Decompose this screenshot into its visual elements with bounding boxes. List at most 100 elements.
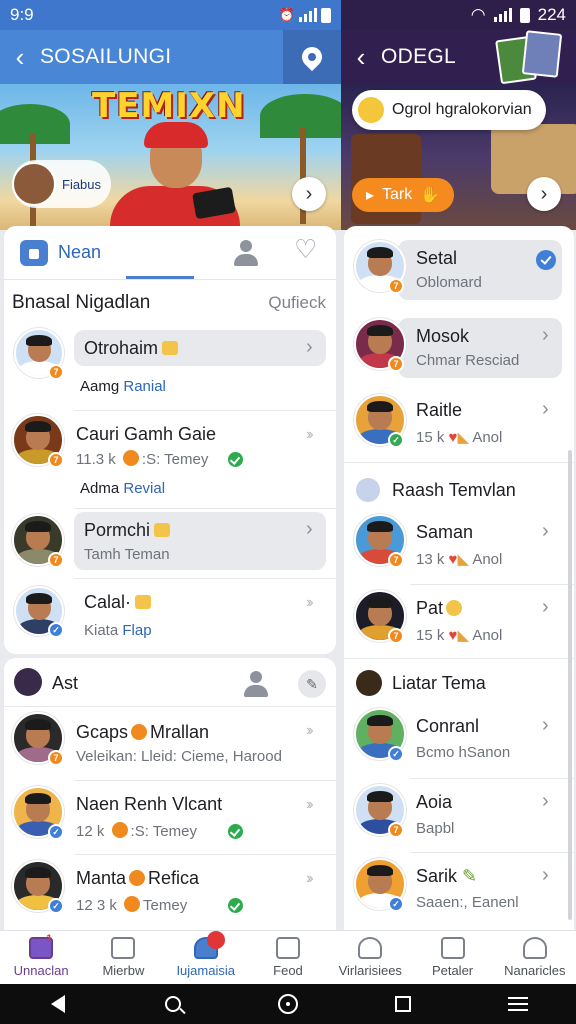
section-title: Bnasal Nigadlan — [12, 292, 151, 313]
list-item[interactable]: ✓ Calal· ›› Kiata Flap — [4, 582, 336, 652]
banner-next-button[interactable]: › — [292, 177, 326, 211]
feed-icon — [275, 937, 300, 959]
nav-item-4[interactable]: Feod — [247, 931, 329, 984]
nav-item-7[interactable]: Nanaricles — [494, 931, 576, 984]
search-icon[interactable] — [161, 992, 185, 1016]
back-icon[interactable] — [46, 992, 70, 1016]
tool-icon[interactable]: ✎ — [298, 670, 326, 698]
divider — [344, 658, 574, 659]
thumbnail-2 — [521, 30, 563, 78]
double-chevron-icon[interactable]: ›› — [306, 594, 313, 612]
list-item[interactable]: 7 Pat 15 k ♥◣ Anol › — [344, 586, 574, 658]
row-name: Pat — [416, 598, 465, 619]
divider — [410, 778, 574, 779]
selected-check-icon[interactable] — [536, 250, 556, 270]
home-circle-icon[interactable] — [276, 992, 300, 1016]
chevron-right-icon[interactable]: › — [306, 518, 313, 541]
profile-icon[interactable] — [242, 670, 270, 698]
scrollbar[interactable] — [568, 450, 572, 920]
nav-item-home[interactable]: 1 Unnaclan — [0, 931, 82, 984]
row-name: Otrohaim — [84, 338, 179, 359]
pill-text: Ogrol hgralokorvian — [392, 101, 532, 118]
banner-text-pill[interactable]: Ogrol hgralokorvian — [352, 90, 546, 130]
back-arrow-icon[interactable]: ‹ — [0, 42, 40, 73]
chevron-right-icon[interactable]: › — [542, 520, 549, 543]
recents-icon[interactable] — [391, 992, 415, 1016]
rank-badge: ✓ — [388, 896, 404, 912]
tab-home-label: Nean — [58, 242, 102, 262]
row-name: Cauri Gamh Gaie — [76, 424, 217, 444]
nav-item-5[interactable]: Virlarisiees — [329, 931, 411, 984]
chevron-right-icon[interactable]: › — [542, 714, 549, 737]
list-item[interactable]: 7 Aoia Bapbl › — [344, 780, 574, 852]
left-banner[interactable]: TEMIXN — [0, 84, 341, 230]
back-arrow-icon-right[interactable]: ‹ — [341, 42, 381, 73]
list-item[interactable]: 7 Saman 13 k ♥◣ Anol › — [344, 508, 574, 580]
calendar-icon — [111, 937, 136, 959]
right-header-title: ODEGL — [381, 45, 457, 68]
list-item[interactable]: ✓ Naen Renh Vlcant ›› 12 k :S: Temey — [4, 782, 336, 852]
row-name: Manta Refica — [76, 868, 200, 888]
list-item[interactable]: 7 Pormchi Tamh Teman › — [4, 510, 336, 576]
tark-label: Tark — [382, 186, 413, 203]
row-name: Sarik ✎ — [416, 866, 478, 886]
tab-favorites-icon[interactable]: ♡ — [294, 234, 317, 265]
system-nav-bar — [0, 984, 576, 1024]
section-header: Bnasal Nigadlan Qufieck — [4, 280, 336, 326]
right-banner-next-button[interactable]: › — [527, 177, 561, 211]
avatar — [14, 668, 42, 696]
rank-badge: 7 — [48, 552, 64, 568]
list-item[interactable]: 7 Otrohaim › Aamg Ranial — [4, 326, 336, 410]
row-subtitle: Oblomard — [416, 274, 482, 291]
status-time-left: 9:9 — [10, 5, 34, 24]
list-item[interactable]: ✓ Conranl Bcmo hSanon › — [344, 704, 574, 776]
chevron-right-icon[interactable]: › — [542, 790, 549, 813]
double-chevron-icon[interactable]: ›› — [306, 796, 313, 814]
double-chevron-icon[interactable]: ›› — [306, 870, 313, 888]
location-button[interactable] — [283, 30, 341, 84]
left-card: Nean ♡ Bnasal Nigadlan Qufieck 7 Otrohai… — [4, 226, 336, 654]
status-bar-left: 9:9 ⏰ — [0, 0, 341, 30]
list-item[interactable]: ✓ Sarik ✎ Saaen:, Eanenl › — [344, 854, 574, 926]
screen: 9:9 ⏰ ◠ 224 ‹ SOSAILUNGI ‹ ODEGL TEMIXN — [0, 0, 576, 1024]
row-subtitle: Chmar Resciad — [416, 352, 520, 369]
list-item[interactable]: 7 Mosok Chmar Resciad › — [344, 312, 574, 382]
nav-item-2[interactable]: Mierbw — [82, 931, 164, 984]
list-item[interactable]: ✓ Raitle 15 k ♥◣ Anol › — [344, 388, 574, 458]
nav-label: Nanaricles — [504, 963, 566, 978]
verified-icon — [228, 824, 243, 839]
section-action[interactable]: Qufieck — [268, 293, 326, 313]
hand-icon: ✋ — [420, 187, 441, 204]
chevron-right-icon[interactable]: › — [542, 864, 549, 887]
row-subtitle: Bcmo hSanon — [416, 744, 511, 761]
divider — [74, 508, 336, 509]
tab-home[interactable]: Nean — [4, 239, 154, 266]
rank-badge: 7 — [388, 552, 404, 568]
double-chevron-icon[interactable]: ›› — [306, 722, 313, 740]
row-stats: 12 3 k Temey — [76, 896, 188, 914]
banner-profile-chip[interactable]: Fiabus — [12, 160, 112, 208]
signal-icon-right — [493, 8, 512, 22]
thumbnail-stack[interactable] — [495, 30, 564, 86]
alarm-icon: ⏰ — [278, 7, 295, 22]
tab-profile-icon[interactable] — [232, 239, 260, 267]
chevron-right-icon[interactable]: › — [542, 596, 549, 619]
checkbox-icon — [440, 937, 465, 959]
tark-button[interactable]: ▸ Tark ✋ — [352, 178, 455, 212]
verified-icon — [228, 898, 243, 913]
menu-icon[interactable] — [506, 992, 530, 1016]
row-name: Raitle — [416, 400, 463, 420]
list-item[interactable]: ✓ Manta Refica ›› 12 3 k Temey — [4, 856, 336, 926]
list-item[interactable]: 7 Cauri Gamh Gaie ›› 11.3 k :S: Temey Ad… — [4, 412, 336, 508]
divider — [4, 706, 336, 707]
chevron-right-icon[interactable]: › — [542, 324, 549, 347]
bottom-nav: 1 Unnaclan Mierbw Iujamaisia Feod Virlar… — [0, 930, 576, 984]
nav-item-6[interactable]: Petaler — [411, 931, 493, 984]
chevron-right-icon[interactable]: › — [542, 398, 549, 421]
nav-item-3[interactable]: Iujamaisia — [165, 931, 247, 984]
double-chevron-icon[interactable]: ›› — [306, 426, 313, 444]
list-item[interactable]: 7 Gcaps Mrallan ›› Veleikan: Lleid: Cieme… — [4, 708, 336, 778]
chevron-right-icon[interactable]: › — [306, 336, 313, 359]
row-name: Gcaps Mrallan — [76, 722, 210, 742]
list-item[interactable]: 7 Setal Oblomard — [344, 234, 574, 304]
